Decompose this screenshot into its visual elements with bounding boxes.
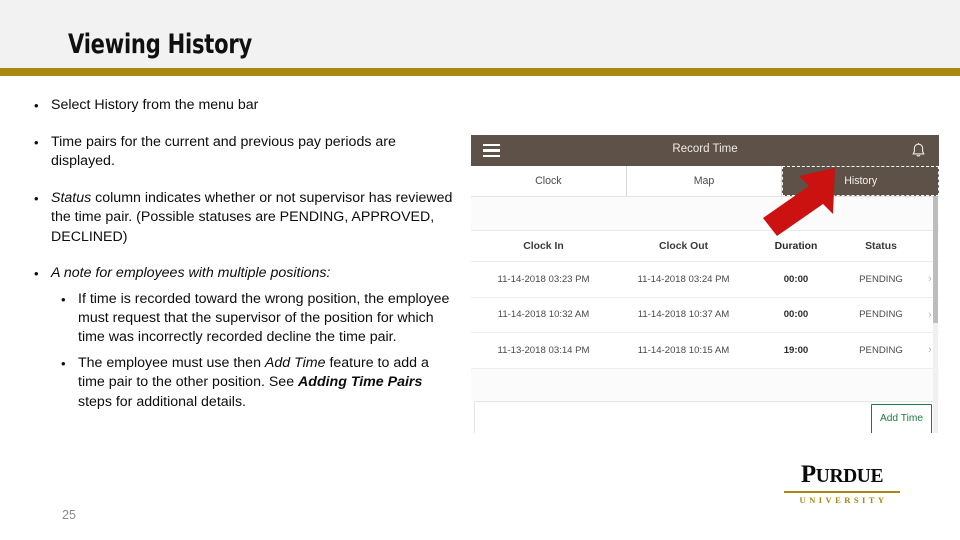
purdue-rule: [784, 491, 900, 493]
table-row[interactable]: 11-14-2018 03:23 PM 11-14-2018 03:24 PM …: [471, 262, 939, 298]
scrollbar-thumb[interactable]: [933, 196, 938, 323]
tab-history[interactable]: History: [782, 166, 939, 196]
text-run: If time is recorded toward the wrong pos…: [78, 290, 450, 345]
text-run: Adding Time Pairs: [298, 374, 423, 391]
sub-bullet-item: • If time is recorded toward the wrong p…: [61, 290, 454, 348]
cell-clock-out: 11-14-2018 10:37 AM: [637, 309, 730, 321]
bullet-marker: •: [34, 266, 39, 281]
purdue-logo: PURDUE UNIVERSITY: [784, 462, 900, 505]
bullet-item: • Select History from the menu bar: [34, 96, 454, 116]
add-time-button[interactable]: Add Time: [870, 403, 932, 433]
bullet-text: Status column indicates whether or not s…: [51, 189, 454, 248]
cell-status: PENDING: [859, 273, 903, 285]
cell-duration: 19:00: [783, 344, 809, 356]
cell-clock-in: 11-14-2018 10:32 AM: [497, 309, 590, 321]
bullet-text: Time pairs for the current and previous …: [51, 133, 454, 172]
bullet-item: • Status column indicates whether or not…: [34, 189, 454, 248]
page-title: Viewing History: [68, 29, 253, 60]
bullet-text: A note for employees with multiple posit…: [51, 264, 454, 284]
purdue-wordmark: PURDUE: [784, 462, 900, 490]
sub-bullet-list: • If time is recorded toward the wrong p…: [34, 290, 454, 412]
current-pay-cycle-label: Current Pay Cycle: [483, 207, 577, 219]
bullet-marker: •: [34, 134, 39, 150]
cell-clock-in: 11-14-2018 03:23 PM: [497, 273, 590, 285]
app-screenshot: Record Time Clock Map History Current Pa…: [471, 135, 939, 433]
bullet-marker: •: [34, 98, 39, 113]
text-run: steps for additional details.: [78, 393, 246, 410]
text-run: The employee must use then: [78, 355, 265, 372]
column-header-clock-in: Clock In: [523, 240, 564, 252]
sub-bullet-text: The employee must use then Add Time feat…: [78, 354, 454, 412]
purdue-initial: P: [800, 461, 816, 488]
app-title: Record Time: [672, 143, 738, 155]
table-row[interactable]: 11-14-2018 10:32 AM 11-14-2018 10:37 AM …: [471, 297, 939, 333]
bullet-content: • Select History from the menu bar • Tim…: [34, 96, 454, 419]
text-run: Select History from the menu bar: [51, 97, 259, 113]
bullet-item: • A note for employees with multiple pos…: [34, 264, 454, 284]
purdue-subtitle: UNIVERSITY: [799, 495, 888, 505]
scrollbar[interactable]: [933, 196, 938, 433]
bullet-marker: •: [61, 356, 66, 372]
bullet-marker: •: [34, 190, 39, 206]
cell-duration: 00:00: [783, 273, 809, 285]
current-pay-cycle-export[interactable]: Export: [892, 207, 925, 219]
previous-pay-cycle-export[interactable]: Export: [892, 378, 925, 390]
previous-pay-cycle-label: Previous Pay Cycle: [483, 377, 583, 390]
cell-clock-out: 11-14-2018 10:15 AM: [637, 344, 730, 356]
app-top-bar: Record Time: [471, 135, 939, 166]
text-run: Add Time: [264, 355, 326, 372]
table-header-row: Clock In Clock Out Duration Status: [471, 230, 939, 262]
gold-divider: [0, 68, 960, 76]
cell-clock-in: 11-13-2018 03:14 PM: [497, 344, 590, 356]
previous-pay-cycle-bar: Previous Pay Cycle Export: [471, 368, 939, 401]
text-run: A note for employees with multiple posit…: [51, 265, 331, 281]
tab-map[interactable]: Map: [626, 166, 783, 196]
app-tab-bar: Clock Map History: [471, 166, 939, 197]
text-run: column indicates whether or not supervis…: [51, 189, 453, 245]
cell-clock-out: 11-14-2018 03:24 PM: [637, 273, 730, 285]
sub-bullet-item: • The employee must use then Add Time fe…: [61, 354, 454, 412]
cell-status: PENDING: [859, 309, 903, 321]
cell-status: PENDING: [859, 344, 903, 356]
bullet-marker: •: [61, 291, 66, 307]
add-time-strip: Add Time: [474, 400, 936, 433]
sub-bullet-text: If time is recorded toward the wrong pos…: [78, 290, 454, 348]
cell-duration: 00:00: [783, 309, 809, 321]
tab-clock[interactable]: Clock: [471, 166, 627, 196]
column-header-status: Status: [865, 240, 897, 252]
bell-icon[interactable]: [911, 142, 926, 159]
current-pay-cycle-bar: Current Pay Cycle Export: [471, 197, 939, 230]
text-run: Time pairs for the current and previous …: [51, 133, 396, 170]
text-run: Status: [51, 189, 92, 206]
bullet-item: • Time pairs for the current and previou…: [34, 133, 454, 172]
page-number: 25: [62, 508, 76, 522]
column-header-clock-out: Clock Out: [658, 240, 709, 252]
table-row[interactable]: 11-13-2018 03:14 PM 11-14-2018 10:15 AM …: [471, 333, 939, 369]
purdue-wordmark-rest: URDUE: [815, 466, 884, 487]
column-header-duration: Duration: [774, 240, 818, 252]
bullet-text: Select History from the menu bar: [51, 96, 454, 116]
